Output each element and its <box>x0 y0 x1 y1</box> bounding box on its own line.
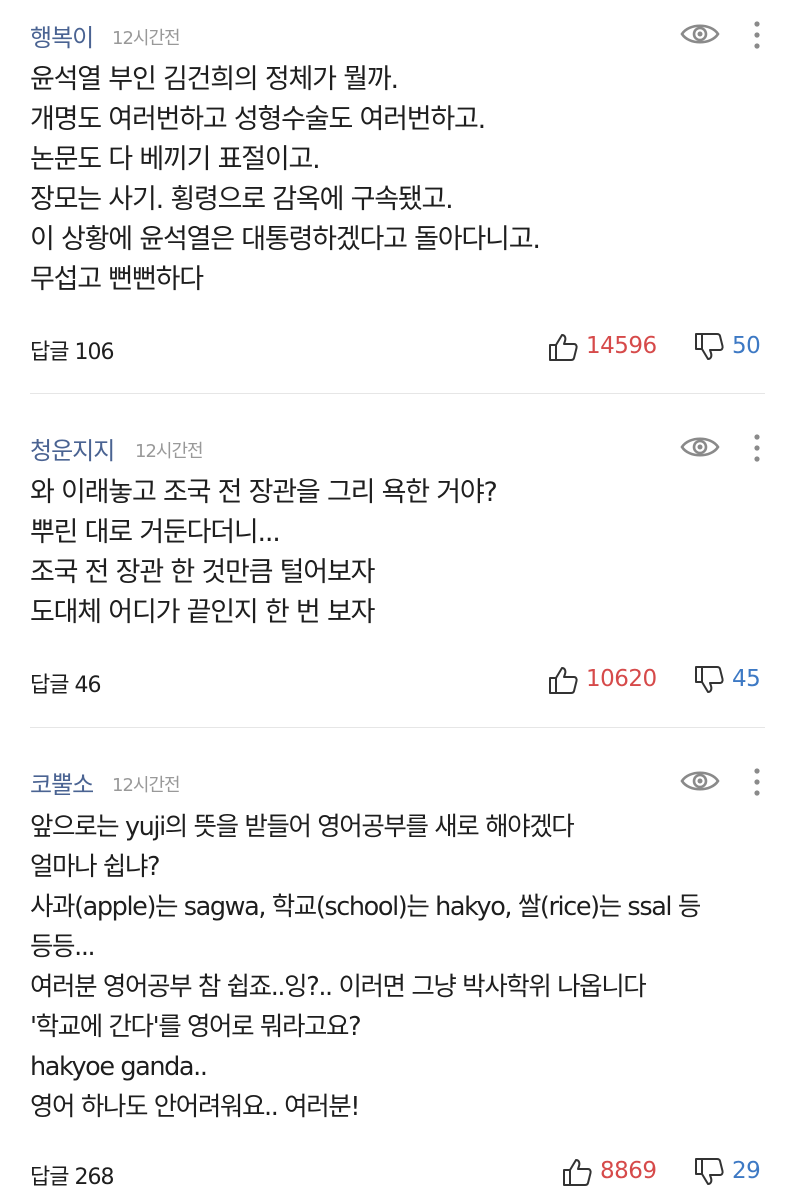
more-vertical-icon[interactable] <box>750 20 764 50</box>
like-count: 14596 <box>586 333 657 359</box>
comment-line: 조국 전 장관 한 것만큼 털어보자 <box>30 557 375 588</box>
comment-body: 윤석열 부인 김건희의 정체가 뭘까. 개명도 여러번하고 성형수술도 여러번하… <box>30 60 541 300</box>
comment-header: 코뿔소 12시간전 <box>30 759 765 799</box>
comment-footer: 답글 106 14596 50 <box>30 328 765 368</box>
comment-line: 뿌린 대로 거둔다더니... <box>30 517 281 548</box>
comment-header: 행복이 12시간전 <box>30 12 765 52</box>
eye-icon[interactable] <box>680 433 720 461</box>
thumbs-up-icon[interactable] <box>562 1157 592 1187</box>
comment-line: 영어 하나도 안어려워요.. 여러분! <box>30 1092 361 1122</box>
comment-line: 앞으로는 yuji의 뜻을 받들어 영어공부를 새로 해야겠다 <box>30 812 575 842</box>
thumbs-up-icon[interactable] <box>548 665 578 695</box>
reply-button[interactable]: 답글 268 <box>30 1159 114 1191</box>
dislike-count: 50 <box>732 333 761 359</box>
thumbs-down-icon[interactable] <box>694 665 724 695</box>
more-vertical-icon[interactable] <box>750 433 764 463</box>
comment-divider <box>30 727 765 728</box>
thumbs-down-icon[interactable] <box>694 332 724 362</box>
comment-nickname[interactable]: 코뿔소 <box>30 765 94 800</box>
reply-button[interactable]: 답글 106 <box>30 334 114 366</box>
comment-line: 여러분 영어공부 참 쉽죠..잉?.. 이러면 그냥 박사학위 나옵니다 <box>30 972 647 1002</box>
comment-line: 논문도 다 베끼기 표절이고. <box>30 144 321 175</box>
comment-line: 와 이래놓고 조국 전 장관을 그리 욕한 거야? <box>30 477 498 508</box>
comment-line: 얼마나 쉽냐? <box>30 852 161 882</box>
comment-line: 장모는 사기. 횡령으로 감옥에 구속됐고. <box>30 184 454 215</box>
like-count: 8869 <box>600 1158 657 1184</box>
comment-time: 12시간전 <box>112 28 181 49</box>
comment-line: 이 상황에 윤석열은 대통령하겠다고 돌아다니고. <box>30 224 541 255</box>
eye-icon[interactable] <box>680 767 720 795</box>
comment-line: 등등... <box>30 932 96 962</box>
comment-line: hakyoe ganda.. <box>30 1052 208 1082</box>
comment-line: 윤석열 부인 김건희의 정체가 뭘까. <box>30 64 399 95</box>
more-vertical-icon[interactable] <box>750 767 764 797</box>
dislike-count: 45 <box>732 666 761 692</box>
comment-nickname[interactable]: 행복이 <box>30 18 94 53</box>
comment-line: '학교에 간다'를 영어로 뭐라고요? <box>30 1012 362 1042</box>
reply-button[interactable]: 답글 46 <box>30 667 101 699</box>
comment-body: 앞으로는 yuji의 뜻을 받들어 영어공부를 새로 해야겠다 얼마나 쉽냐? … <box>30 807 701 1127</box>
comment-body: 와 이래놓고 조국 전 장관을 그리 욕한 거야? 뿌린 대로 거둔다더니...… <box>30 473 498 633</box>
comment-line: 무섭고 뻔뻔하다 <box>30 264 204 295</box>
comment-line: 도대체 어디가 끝인지 한 번 보자 <box>30 597 375 628</box>
comment-footer: 답글 46 10620 45 <box>30 661 765 701</box>
like-count: 10620 <box>586 666 657 692</box>
comment-footer: 답글 268 8869 29 <box>30 1153 765 1193</box>
thumbs-down-icon[interactable] <box>694 1157 724 1187</box>
comment-divider <box>30 393 765 394</box>
comment-header: 청운지지 12시간전 <box>30 425 765 465</box>
comment-time: 12시간전 <box>112 775 181 796</box>
comment-nickname[interactable]: 청운지지 <box>30 431 115 466</box>
comment-line: 개명도 여러번하고 성형수술도 여러번하고. <box>30 104 486 135</box>
comment-time: 12시간전 <box>135 441 204 462</box>
eye-icon[interactable] <box>680 20 720 48</box>
dislike-count: 29 <box>732 1158 761 1184</box>
comment-line: 사과(apple)는 sagwa, 학교(school)는 hakyo, 쌀(r… <box>30 892 701 922</box>
thumbs-up-icon[interactable] <box>548 332 578 362</box>
